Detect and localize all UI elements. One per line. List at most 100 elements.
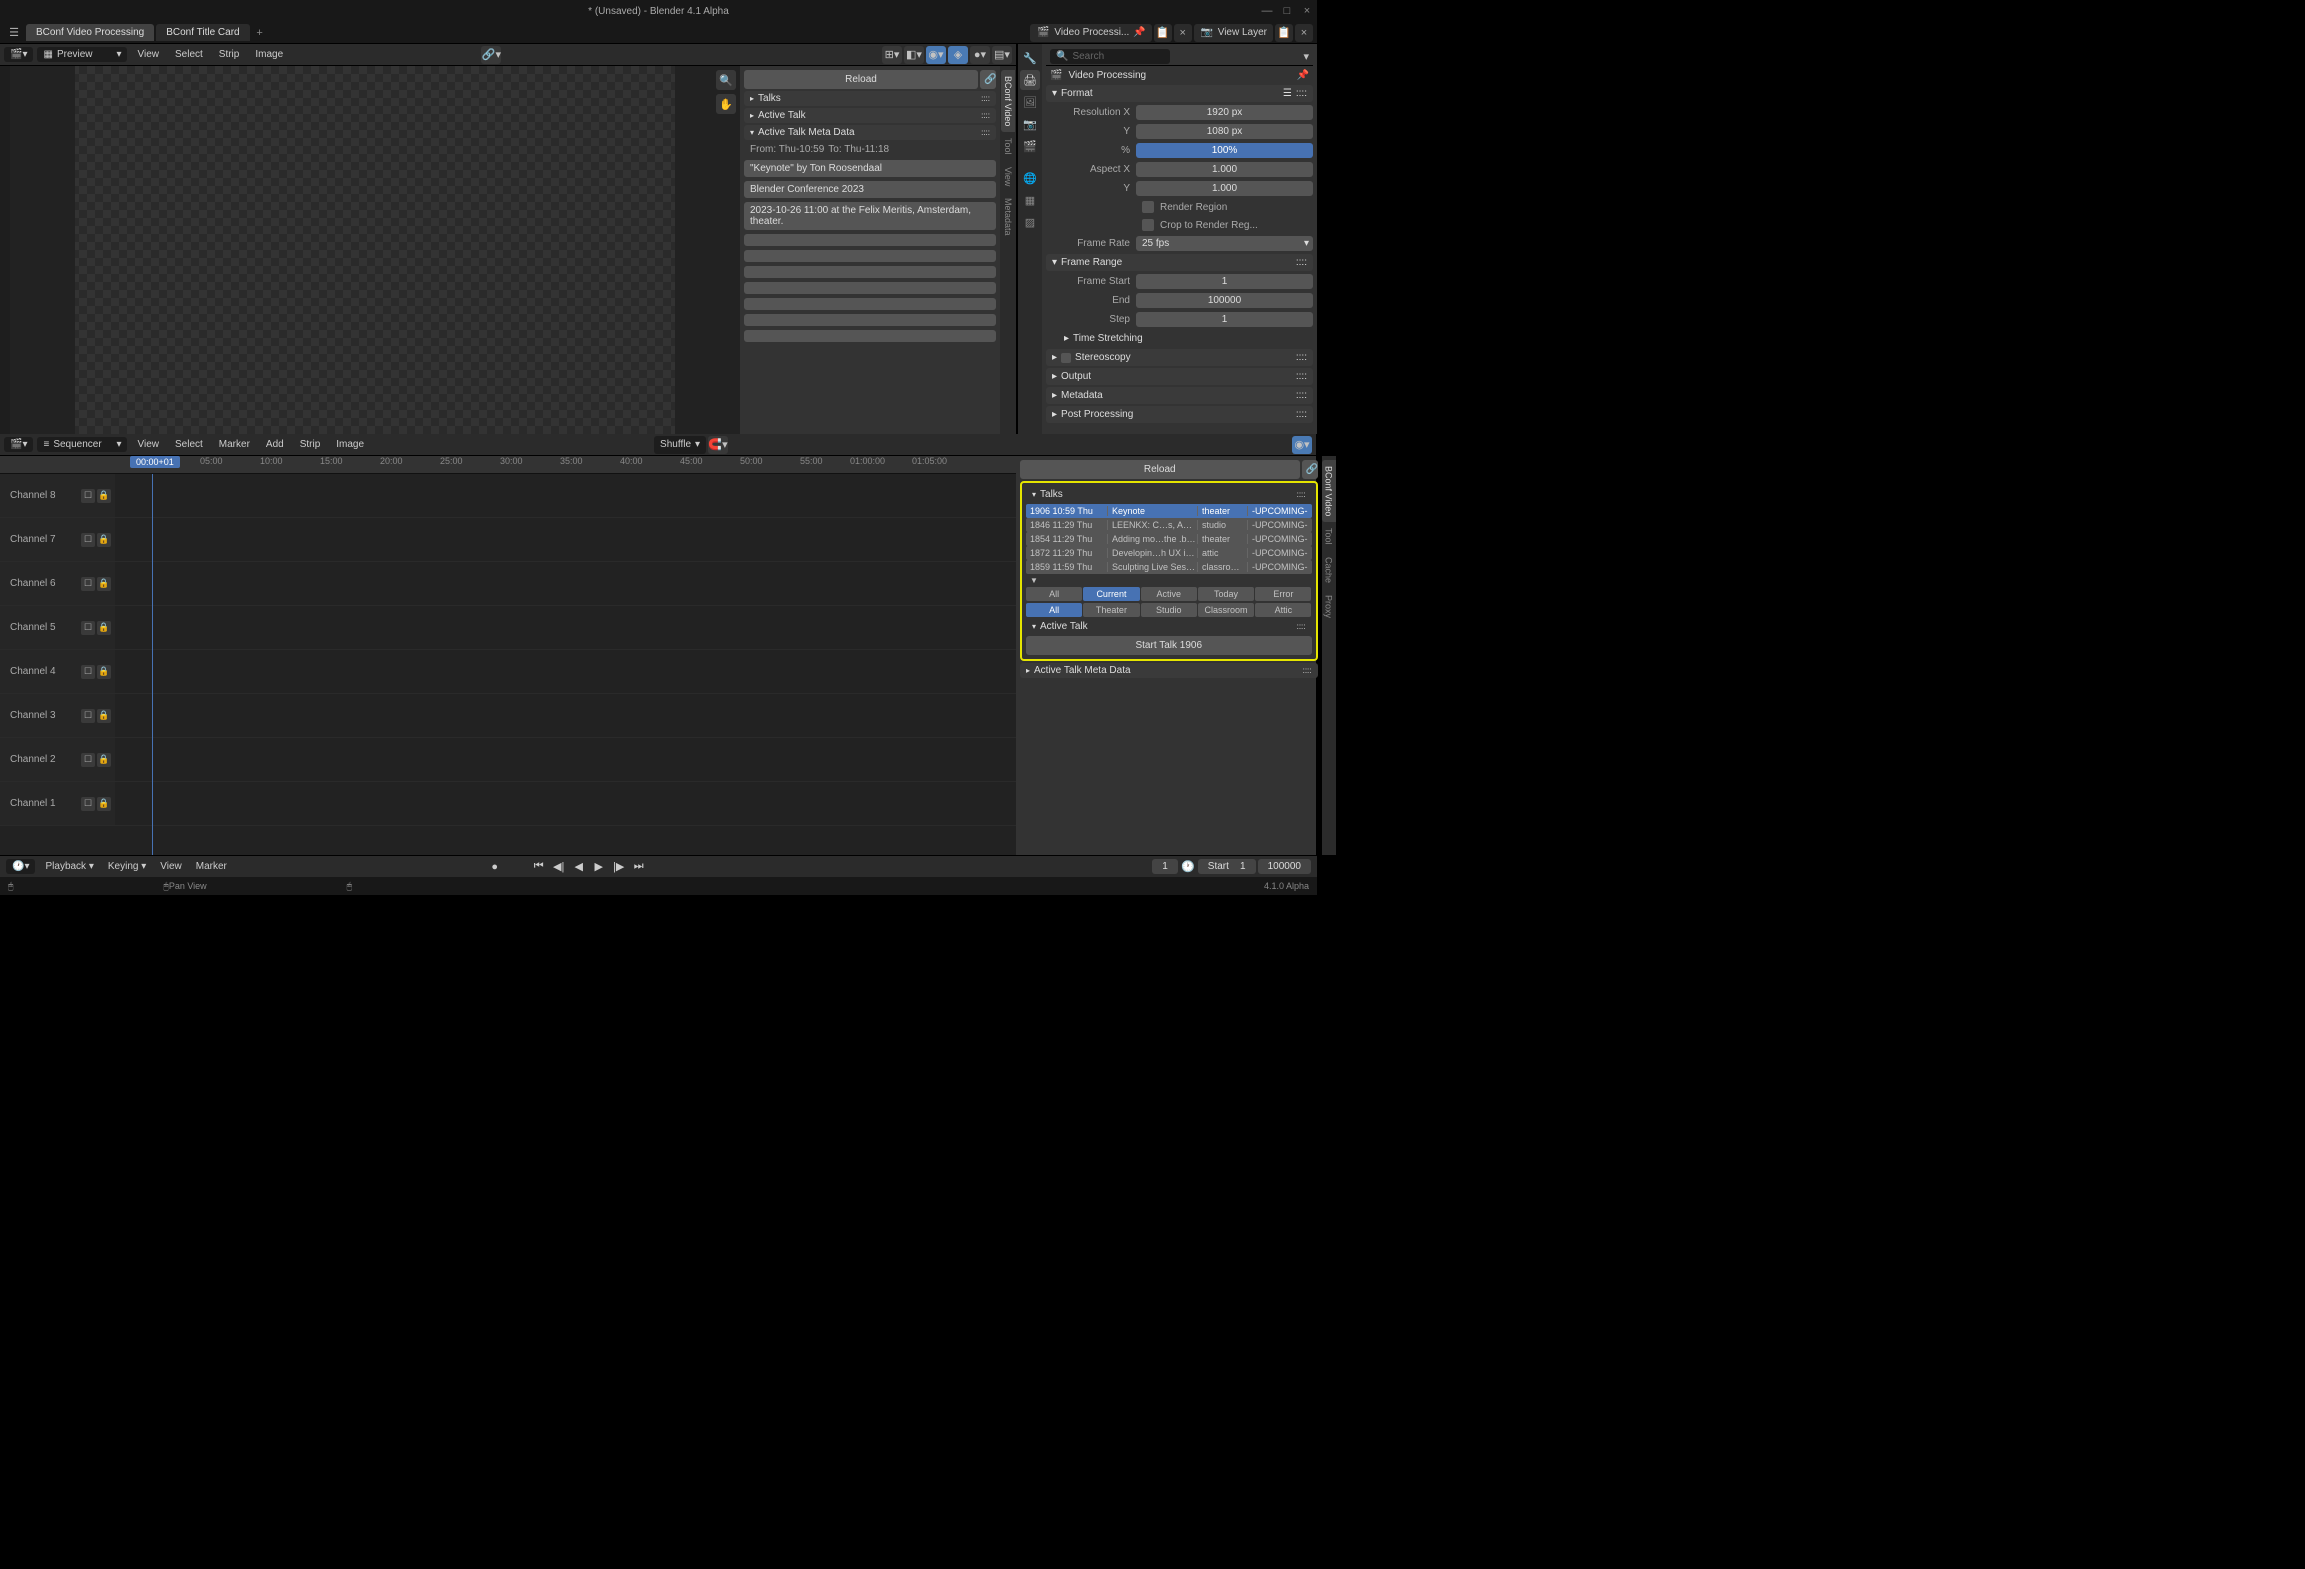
menu-add[interactable]: Add <box>260 439 290 450</box>
frame-range-section[interactable]: ▾Frame Range:::: <box>1046 254 1313 271</box>
jump-start-icon[interactable]: ⏮ <box>531 859 547 875</box>
resolution-pct[interactable]: 100% <box>1136 143 1313 158</box>
viewlayer-tab-icon[interactable]: 📷 <box>1020 114 1040 134</box>
reload-button[interactable]: Reload <box>1020 460 1300 479</box>
pin-icon[interactable]: 📌 <box>1133 27 1145 38</box>
new-scene-icon[interactable]: 📋 <box>1154 24 1172 42</box>
playhead[interactable] <box>152 474 153 855</box>
workspace-tab[interactable]: BConf Video Processing <box>26 24 154 41</box>
meta-section[interactable]: ▸Active Talk Meta Data :::: <box>1020 663 1318 678</box>
editor-type-selector[interactable]: 🎬▾ <box>4 47 33 62</box>
overlay-icon[interactable]: ◉▾ <box>1292 436 1312 454</box>
close-icon[interactable]: × <box>1301 5 1313 17</box>
output-section[interactable]: ▸Output:::: <box>1046 368 1313 385</box>
postproc-section[interactable]: ▸Post Processing:::: <box>1046 406 1313 423</box>
mute-icon[interactable]: ☐ <box>81 665 95 679</box>
options-icon[interactable]: ▾ <box>1303 50 1309 63</box>
menu-icon[interactable]: ☰ <box>4 24 24 42</box>
mute-icon[interactable]: ☐ <box>81 753 95 767</box>
overlay-icon[interactable]: ◉▾ <box>926 46 946 64</box>
sequencer-timeline[interactable]: 00:00+01 05:00 10:00 15:00 20:00 25:00 3… <box>0 456 1016 855</box>
menu-keying[interactable]: Keying ▾ <box>104 861 150 872</box>
meta-field-empty[interactable] <box>744 250 996 262</box>
play-icon[interactable]: ▶ <box>591 859 607 875</box>
vtab-metadata[interactable]: Metadata <box>1001 192 1015 242</box>
display-mode-selector[interactable]: ▦ Preview ▾ <box>37 47 127 62</box>
clock-icon[interactable]: 🕐 <box>1180 859 1196 875</box>
active-talk-section[interactable]: ▾Active Talk :::: <box>1026 619 1312 634</box>
keyframe-prev-icon[interactable]: ◀| <box>551 859 567 875</box>
meta-field-empty[interactable] <box>744 234 996 246</box>
aspect-x[interactable]: 1.000 <box>1136 162 1313 177</box>
filter-button[interactable]: Error <box>1255 587 1311 601</box>
frame-end[interactable]: 100000 <box>1136 293 1313 308</box>
play-reverse-icon[interactable]: ◀ <box>571 859 587 875</box>
workspace-tab[interactable]: BConf Title Card <box>156 24 249 41</box>
lock-icon[interactable]: 🔒 <box>97 797 111 811</box>
filter-button[interactable]: Today <box>1198 587 1254 601</box>
end-frame[interactable]: 100000 <box>1258 859 1311 874</box>
lock-icon[interactable]: 🔒 <box>97 489 111 503</box>
filter-button[interactable]: Theater <box>1083 603 1139 617</box>
lock-icon[interactable]: 🔒 <box>97 753 111 767</box>
talk-row[interactable]: 1854 11:29 ThuAdding mo…the .blend…theat… <box>1026 532 1312 546</box>
lock-icon[interactable]: 🔒 <box>97 577 111 591</box>
mute-icon[interactable]: ☐ <box>81 489 95 503</box>
filter-button[interactable]: Studio <box>1141 603 1197 617</box>
world-tab-icon[interactable]: 🌐 <box>1020 168 1040 188</box>
vtab-tool[interactable]: Tool <box>1001 132 1015 161</box>
delete-scene-icon[interactable]: × <box>1174 24 1192 42</box>
gizmo-icon[interactable]: ◈ <box>948 46 968 64</box>
render-region-check[interactable]: Render Region <box>1046 199 1313 215</box>
meta-field-2[interactable]: Blender Conference 2023 <box>744 181 996 198</box>
filter-button[interactable]: Classroom <box>1198 603 1254 617</box>
meta-field-1[interactable]: "Keynote" by Ton Roosendaal <box>744 160 996 177</box>
aspect-y[interactable]: 1.000 <box>1136 181 1313 196</box>
menu-strip[interactable]: Strip <box>294 439 327 450</box>
talk-row[interactable]: 1872 11:29 ThuDevelopin…h UX in mindatti… <box>1026 546 1312 560</box>
vtab-view[interactable]: View <box>1001 161 1015 192</box>
vtab-bconf[interactable]: BConf Video <box>1322 460 1336 522</box>
filter-button[interactable]: Current <box>1083 587 1139 601</box>
filter-button[interactable]: All <box>1026 603 1082 617</box>
lock-icon[interactable]: 🔒 <box>97 709 111 723</box>
shading-icon[interactable]: ●▾ <box>970 46 990 64</box>
add-workspace-icon[interactable]: + <box>252 27 268 39</box>
chain-icon[interactable]: 🔗▾ <box>481 46 501 64</box>
maximize-icon[interactable]: □ <box>1281 5 1293 17</box>
preset-icon[interactable]: ☰ <box>1283 88 1292 99</box>
mute-icon[interactable]: ☐ <box>81 709 95 723</box>
texture-tab-icon[interactable]: ▨ <box>1020 212 1040 232</box>
pivot-icon[interactable]: ⊞▾ <box>882 46 902 64</box>
talk-row[interactable]: 1846 11:29 ThuLEENKX: C…s, Apps, A.I.stu… <box>1026 518 1312 532</box>
talks-section[interactable]: ▸Talks :::: <box>744 91 996 106</box>
menu-view[interactable]: View <box>156 861 186 872</box>
vtab-proxy[interactable]: Proxy <box>1322 589 1336 624</box>
frame-start[interactable]: 1 <box>1136 274 1313 289</box>
vtab-bconf[interactable]: BConf Video <box>1001 70 1015 132</box>
resolution-x[interactable]: 1920 px <box>1136 105 1313 120</box>
menu-marker[interactable]: Marker <box>213 439 256 450</box>
format-section[interactable]: ▾Format ☰ :::: <box>1046 85 1313 102</box>
jump-end-icon[interactable]: ⏭ <box>631 859 647 875</box>
delete-layer-icon[interactable]: × <box>1295 24 1313 42</box>
meta-field-empty[interactable] <box>744 282 996 294</box>
minimize-icon[interactable]: — <box>1261 5 1273 17</box>
start-talk-button[interactable]: Start Talk 1906 <box>1026 636 1312 655</box>
menu-select[interactable]: Select <box>169 439 209 450</box>
scene-tab-icon[interactable]: 🎬 <box>1020 136 1040 156</box>
tool-tab-icon[interactable]: 🔧 <box>1020 48 1040 68</box>
stereoscopy-section[interactable]: ▸Stereoscopy:::: <box>1046 349 1313 366</box>
sequencer-ruler[interactable]: 00:00+01 05:00 10:00 15:00 20:00 25:00 3… <box>0 456 1016 474</box>
preview-viewport[interactable]: 🔍 ✋ <box>10 66 740 434</box>
autokey-icon[interactable]: ● <box>487 859 503 875</box>
zoom-icon[interactable]: 🔍 <box>716 70 736 90</box>
filter-button[interactable]: Active <box>1141 587 1197 601</box>
lock-icon[interactable]: 🔒 <box>97 665 111 679</box>
new-layer-icon[interactable]: 📋 <box>1275 24 1293 42</box>
meta-field-empty[interactable] <box>744 314 996 326</box>
frame-step[interactable]: 1 <box>1136 312 1313 327</box>
filter-button[interactable]: Attic <box>1255 603 1311 617</box>
menu-select[interactable]: Select <box>169 49 209 60</box>
display-mode-selector[interactable]: ≡ Sequencer ▾ <box>37 437 127 452</box>
